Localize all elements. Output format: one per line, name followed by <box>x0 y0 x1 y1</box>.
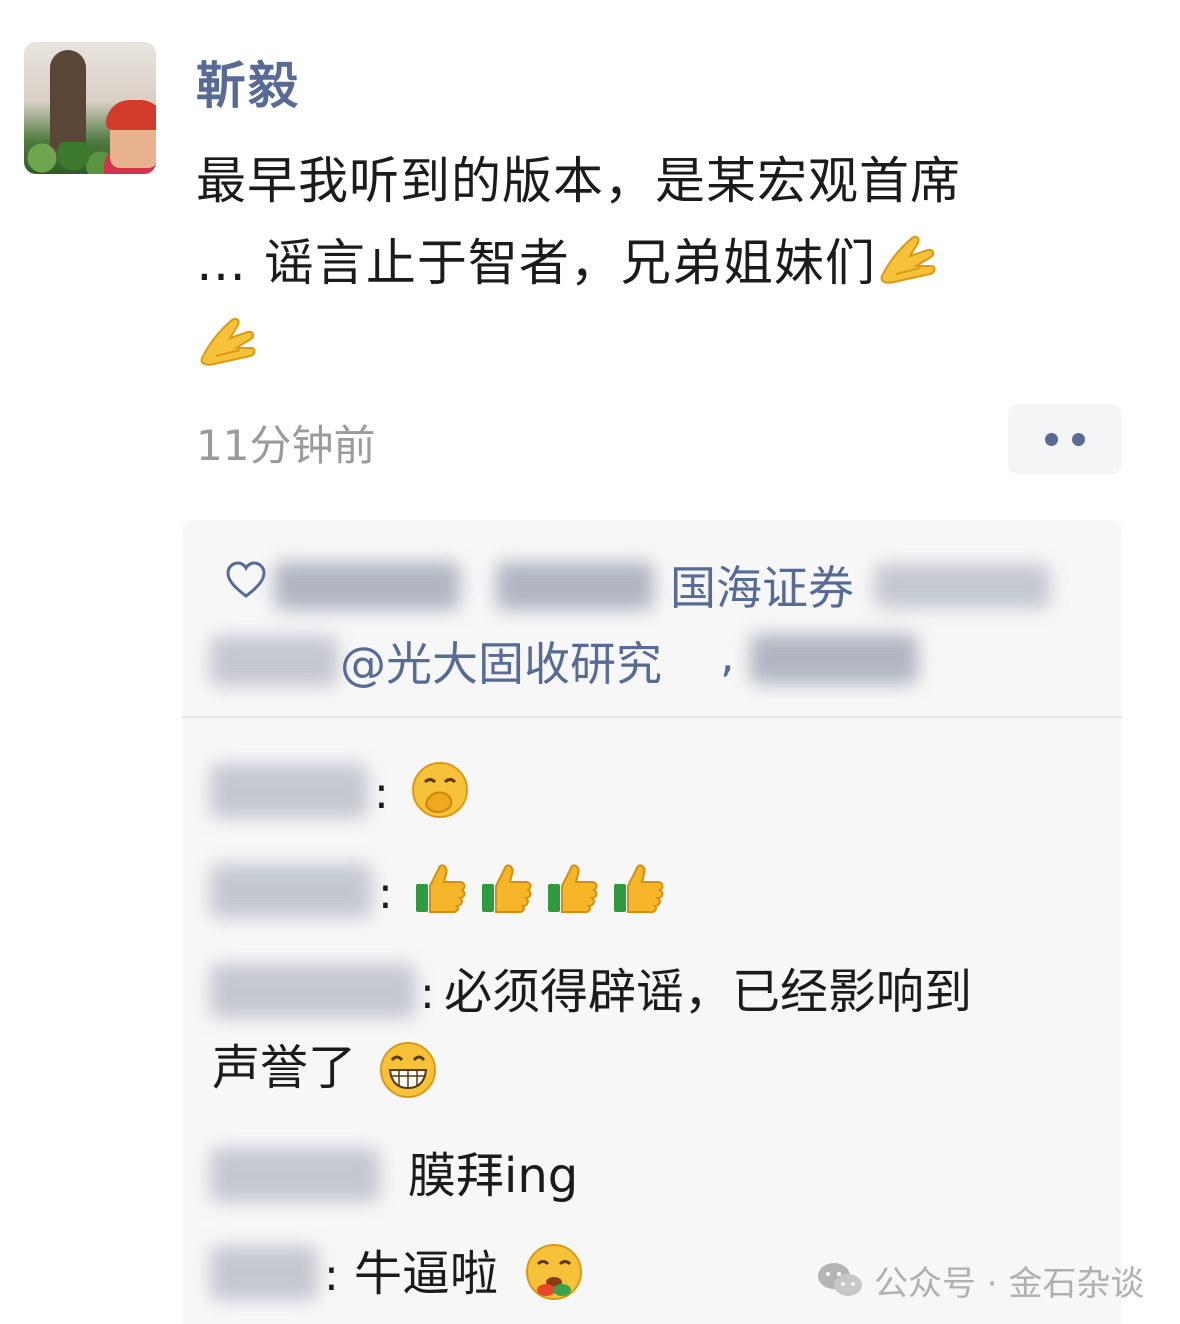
comment-colon: : <box>420 968 435 1019</box>
avatar-child-hat <box>106 100 156 130</box>
post-timestamp: 11分钟前 <box>196 421 376 470</box>
blurred-liker-name[interactable] <box>210 636 338 686</box>
thumbs-up-icon <box>482 864 532 914</box>
comment-item[interactable]: : <box>182 854 1122 934</box>
author-name[interactable]: 靳毅 <box>196 46 300 118</box>
blurred-commenter-name[interactable] <box>210 1148 380 1202</box>
comment-item[interactable]: 膜拜ing <box>182 1138 1122 1218</box>
comment-text: 牛逼啦 <box>354 1246 499 1302</box>
comment-text: 必须得辟谣，已经影响到 <box>444 964 973 1020</box>
blurred-commenter-name[interactable] <box>210 864 372 918</box>
blurred-liker-name[interactable] <box>496 562 654 610</box>
more-dot-icon <box>1045 432 1058 446</box>
watermark-text: 公众号 · 金石杂谈 <box>874 1263 1145 1304</box>
avatar-plants <box>24 142 114 174</box>
more-actions-button[interactable] <box>1008 404 1122 474</box>
thumbs-up-icon <box>416 864 466 914</box>
comment-colon: : <box>374 768 389 819</box>
comment-item[interactable]: : <box>182 754 1122 834</box>
blurred-commenter-name[interactable] <box>210 764 368 818</box>
post-text-line-3 <box>196 304 1136 386</box>
post-text-line-1: 最早我听到的版本，是某宏观首席 <box>196 152 961 210</box>
post-text-line-2-text: … 谣言止于智者，兄弟姐妹们 <box>196 234 876 292</box>
blurred-liker-name[interactable] <box>274 562 460 610</box>
wechat-icon <box>818 1263 862 1296</box>
author-avatar[interactable] <box>24 42 156 174</box>
likes-list: 国海证券 @光大固收研究 , <box>182 520 1122 716</box>
comment-colon: : <box>378 868 393 919</box>
folded-hands-icon <box>880 235 936 284</box>
comment-item[interactable]: : 必须得辟谣，已经影响到 声誉了 <box>182 954 1122 1118</box>
interaction-panel: 国海证券 @光大固收研究 , : :: 必须得辟谣，已经影响到 声誉了 膜拜i… <box>182 520 1122 1324</box>
comment-colon: : <box>324 1250 339 1301</box>
heart-icon <box>226 561 266 598</box>
watermark: 公众号 · 金石杂谈 <box>816 1254 1144 1306</box>
blurred-commenter-name[interactable] <box>210 964 416 1018</box>
folded-hands-icon <box>200 317 256 366</box>
comment-text-continued: 声誉了 <box>212 1040 357 1096</box>
liker-name-everbright[interactable]: @光大固收研究 <box>340 628 662 694</box>
thumbs-up-icon <box>548 864 598 914</box>
blurred-commenter-name[interactable] <box>210 1246 318 1300</box>
blurred-liker-name[interactable] <box>874 564 1050 608</box>
drooling-face-icon <box>526 1244 582 1300</box>
hand-over-mouth-icon <box>412 762 468 818</box>
blurred-liker-name[interactable] <box>750 634 918 684</box>
grinning-face-icon <box>380 1042 436 1098</box>
like-separator: , <box>720 628 735 682</box>
post-text-line-2: … 谣言止于智者，兄弟姐妹们 <box>196 222 1136 304</box>
thumbs-up-icon <box>614 864 664 914</box>
more-dot-icon <box>1072 432 1085 446</box>
liker-name-guohai[interactable]: 国海证券 <box>670 552 854 618</box>
likes-comments-divider <box>182 716 1122 718</box>
comment-text: 膜拜ing <box>408 1148 579 1204</box>
post-content: 最早我听到的版本，是某宏观首席 … 谣言止于智者，兄弟姐妹们 <box>196 140 1136 386</box>
